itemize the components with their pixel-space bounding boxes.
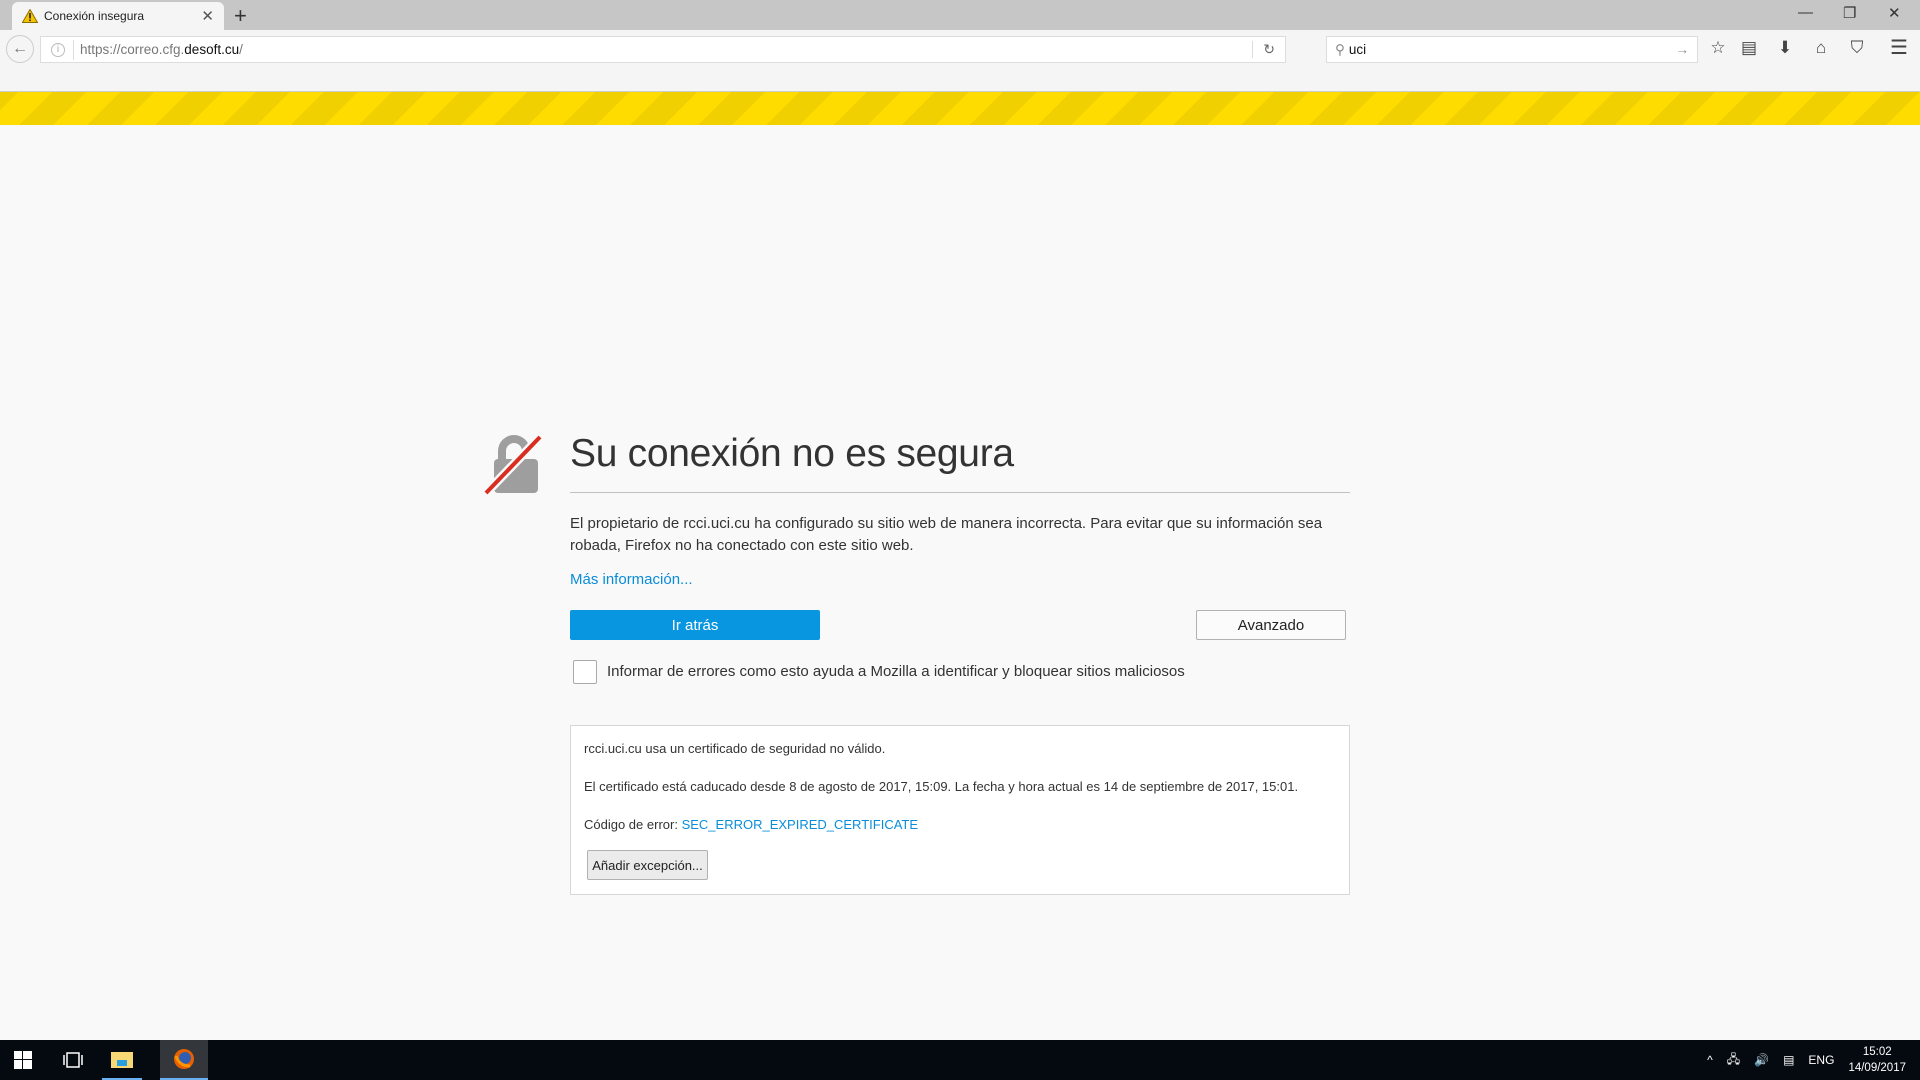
url-host: desoft.cu [184, 42, 240, 57]
clock-time: 15:02 [1862, 1046, 1892, 1058]
clock-date: 14/09/2017 [1848, 1062, 1906, 1074]
windows-icon [14, 1051, 32, 1069]
warning-stripe [0, 92, 1920, 125]
invalid-cert-text: rcci.uci.cu usa un certificado de seguri… [584, 741, 886, 756]
minimize-button[interactable]: — [1798, 4, 1813, 21]
restore-button[interactable]: ❐ [1843, 4, 1856, 22]
language-indicator[interactable]: ENG [1808, 1053, 1834, 1067]
start-button[interactable] [0, 1040, 46, 1080]
home-icon[interactable]: ⌂ [1809, 38, 1833, 58]
folder-icon [111, 1052, 133, 1068]
report-errors-label: Informar de errores como esto ayuda a Mo… [607, 663, 1185, 680]
broken-lock-icon [484, 433, 544, 495]
reading-list-icon[interactable]: ▤ [1737, 38, 1761, 58]
tab-title: Conexión insegura [44, 9, 145, 23]
error-code-link[interactable]: SEC_ERROR_EXPIRED_CERTIFICATE [682, 817, 918, 832]
back-button[interactable]: ← [6, 35, 34, 63]
expired-cert-text: El certificado está caducado desde 8 de … [584, 779, 1299, 794]
new-tab-button[interactable]: + [234, 3, 247, 29]
warning-icon [22, 9, 38, 23]
search-input[interactable]: ⚲ uci → [1326, 36, 1698, 63]
title-divider [570, 492, 1350, 493]
error-description: El propietario de rcci.uci.cu ha configu… [570, 515, 1323, 554]
firefox-taskbar-button[interactable] [160, 1040, 208, 1080]
download-icon[interactable]: ⬇ [1773, 38, 1797, 58]
report-errors-checkbox[interactable] [573, 660, 597, 684]
info-icon[interactable]: i [51, 42, 65, 57]
close-tab-icon[interactable]: ✕ [201, 7, 214, 25]
url-suffix: / [239, 42, 243, 57]
page-title: Su conexión no es segura [570, 432, 1014, 475]
url-prefix: https://correo.cfg. [80, 42, 185, 57]
tab-bar [0, 0, 1920, 30]
back-arrow-icon: ← [12, 40, 28, 57]
search-go-icon[interactable]: → [1676, 42, 1690, 57]
close-window-button[interactable]: ✕ [1888, 4, 1901, 22]
system-tray: ^ 🖧 🔊 ▤ ENG 15:02 14/09/2017 [1707, 1040, 1906, 1080]
advanced-button[interactable]: Avanzado [1196, 610, 1346, 640]
search-value: uci [1348, 42, 1367, 57]
go-back-button[interactable]: Ir atrás [570, 610, 820, 640]
volume-icon[interactable]: 🔊 [1754, 1053, 1769, 1067]
add-exception-button[interactable]: Añadir excepción... [587, 850, 708, 880]
clock[interactable]: 15:02 14/09/2017 [1848, 1044, 1906, 1076]
menu-icon[interactable]: ☰ [1887, 35, 1911, 60]
pocket-icon[interactable]: ⛉ [1845, 38, 1869, 58]
action-center-icon[interactable]: ▤ [1783, 1053, 1794, 1067]
search-icon: ⚲ [1335, 41, 1345, 57]
task-view-button[interactable] [50, 1040, 96, 1080]
error-code-label: Código de error: [584, 817, 682, 832]
advanced-details-panel: rcci.uci.cu usa un certificado de seguri… [570, 725, 1350, 895]
separator [73, 39, 74, 60]
firefox-icon [174, 1049, 194, 1069]
error-code-line: Código de error: SEC_ERROR_EXPIRED_CERTI… [584, 817, 918, 832]
task-view-icon [63, 1052, 83, 1068]
url-bar[interactable]: i https://correo.cfg. desoft.cu / ↻ [40, 36, 1286, 63]
tab-active[interactable]: Conexión insegura ✕ [12, 2, 224, 30]
taskbar [0, 1040, 1920, 1080]
file-explorer-button[interactable] [102, 1040, 142, 1080]
bookmark-star-icon[interactable]: ☆ [1706, 38, 1730, 58]
show-hidden-icons-icon[interactable]: ^ [1707, 1053, 1713, 1067]
network-icon[interactable]: 🖧 [1727, 1050, 1740, 1071]
more-info-link[interactable]: Más información... [570, 571, 693, 588]
reload-icon[interactable]: ↻ [1252, 41, 1285, 58]
